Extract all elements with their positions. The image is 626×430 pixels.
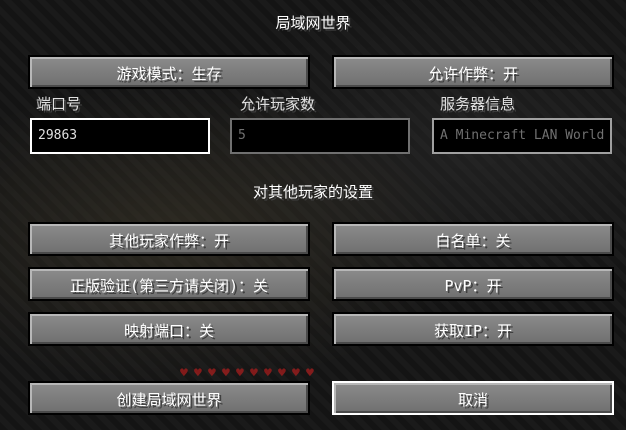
heart-icon: ♥ [250, 366, 258, 381]
max-players-input[interactable]: 5 [230, 118, 410, 154]
get-ip-button[interactable]: 获取IP：开 [332, 312, 614, 346]
whitelist-button[interactable]: 白名单：关 [332, 222, 614, 256]
create-lan-world-button[interactable]: 创建局域网世界 [28, 381, 310, 415]
heart-icon: ♥ [236, 366, 244, 381]
pvp-button[interactable]: PvP：开 [332, 267, 614, 301]
heart-icon: ♥ [180, 366, 188, 381]
port-label: 端口号 [36, 95, 82, 113]
heart-icon: ♥ [264, 366, 272, 381]
max-players-label: 允许玩家数 [240, 95, 316, 113]
port-input[interactable]: 29863 [30, 118, 210, 154]
game-mode-button[interactable]: 游戏模式：生存 [28, 55, 310, 89]
motd-input[interactable]: A Minecraft LAN World [432, 118, 612, 154]
section-title: 对其他玩家的设置 [252, 183, 373, 201]
heart-icon: ♥ [306, 366, 314, 381]
online-mode-button[interactable]: 正版验证(第三方请关闭)：关 [28, 267, 310, 301]
heart-icon: ♥ [222, 366, 230, 381]
others-cheats-button[interactable]: 其他玩家作弊：开 [28, 222, 310, 256]
motd-placeholder: A Minecraft LAN World [440, 128, 605, 143]
port-mapping-button[interactable]: 映射端口：关 [28, 312, 310, 346]
heart-icon: ♥ [208, 366, 216, 381]
heart-icon: ♥ [292, 366, 300, 381]
motd-label: 服务器信息 [440, 95, 516, 113]
cancel-button[interactable]: 取消 [332, 381, 614, 415]
heart-icon: ♥ [278, 366, 286, 381]
allow-cheats-button[interactable]: 允许作弊：开 [332, 55, 614, 89]
heart-icon: ♥ [194, 366, 202, 381]
screen-title: 局域网世界 [275, 14, 351, 32]
